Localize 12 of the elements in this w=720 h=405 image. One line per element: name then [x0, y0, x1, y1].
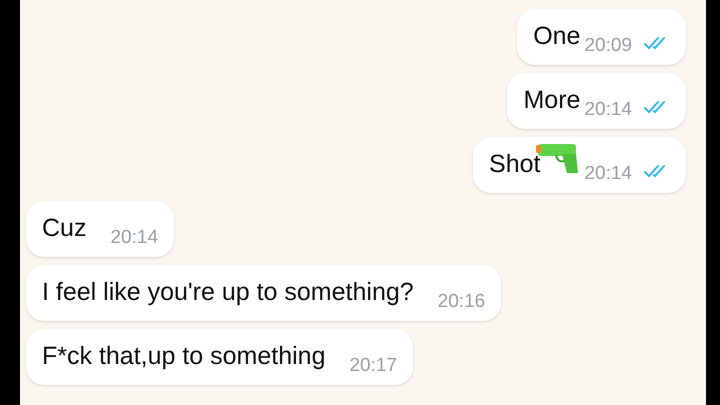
message-time: 20:14	[584, 164, 632, 183]
message-time: 20:14	[584, 100, 632, 119]
message-text: F*ck that,up to something	[42, 344, 326, 369]
message-time: 20:09	[584, 36, 632, 55]
message-time: 20:17	[349, 356, 398, 375]
message-text: One	[533, 24, 580, 49]
message-text: More	[523, 88, 580, 113]
message-text: Cuz	[42, 216, 86, 241]
message-text: Shot	[489, 152, 540, 177]
message-text: I feel like you're up to something?	[42, 280, 414, 305]
message-time: 20:14	[110, 228, 158, 247]
message-time: 20:16	[438, 292, 486, 311]
